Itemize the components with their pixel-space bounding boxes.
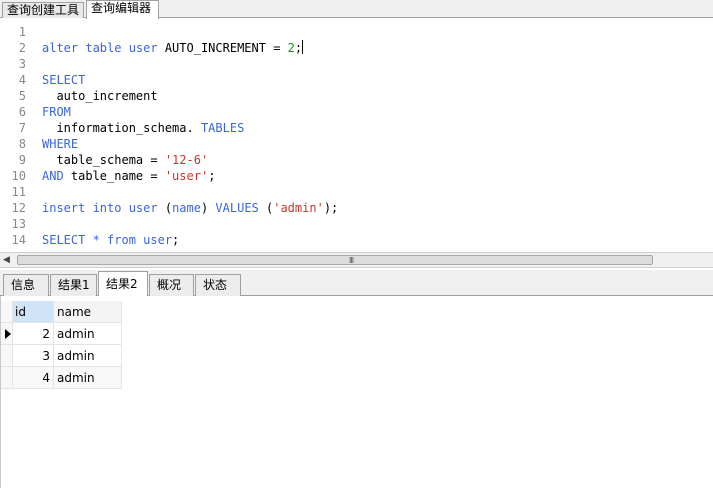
code-token: AUTO_INCREMENT = bbox=[164, 41, 288, 55]
code-text: information_schema. TABLES bbox=[42, 120, 244, 136]
line-number: 11 bbox=[11, 185, 26, 199]
code-text: alter table user AUTO_INCREMENT = 2; bbox=[42, 40, 304, 56]
line-number: 10 bbox=[11, 169, 26, 183]
column-header-id[interactable]: id bbox=[13, 301, 54, 323]
code-token: '12-6' bbox=[164, 153, 209, 167]
tab-result2[interactable]: 结果2 bbox=[98, 271, 148, 297]
code-text: SELECT bbox=[42, 72, 85, 88]
line-number: 2 bbox=[18, 41, 26, 55]
tab-query-editor[interactable]: 查询编辑器 bbox=[86, 0, 159, 19]
tab-overview[interactable]: 概况 bbox=[149, 274, 194, 296]
table-cell-name[interactable]: admin bbox=[54, 323, 122, 345]
row-indicator[interactable] bbox=[1, 345, 13, 367]
code-token: TABLES bbox=[200, 121, 245, 135]
code-token: alter table user bbox=[42, 41, 165, 55]
table-cell-id[interactable]: 3 bbox=[13, 345, 54, 367]
table-cell-id[interactable]: 4 bbox=[13, 367, 54, 389]
line-number: 8 bbox=[18, 137, 26, 151]
code-token: WHERE bbox=[42, 137, 79, 151]
code-token: 'admin' bbox=[273, 201, 324, 215]
row-indicator[interactable] bbox=[1, 323, 13, 345]
scrollbar-thumb[interactable]: III bbox=[17, 255, 653, 265]
line-number: 14 bbox=[11, 233, 26, 247]
code-token: 'user' bbox=[164, 169, 209, 183]
code-text: FROM bbox=[42, 104, 71, 120]
code-token: insert into user bbox=[42, 201, 165, 215]
code-token: ; bbox=[172, 233, 180, 247]
line-number: 9 bbox=[18, 153, 26, 167]
code-token: table_name = bbox=[70, 169, 165, 183]
code-token: ); bbox=[323, 201, 339, 215]
code-text: table_schema = '12-6' bbox=[42, 152, 208, 168]
code-text: SELECT * from user; bbox=[42, 232, 179, 248]
code-token: VALUES bbox=[215, 201, 266, 215]
code-text: insert into user (name) VALUES ('admin')… bbox=[42, 200, 338, 216]
code-token: SELECT * from user bbox=[42, 233, 173, 247]
sql-editor[interactable]: 1 2 alter table user AUTO_INCREMENT = 2; 3 4… bbox=[0, 19, 713, 252]
table-cell-name[interactable]: admin bbox=[54, 345, 122, 367]
code-token: AND bbox=[42, 169, 71, 183]
code-token: information_schema. bbox=[42, 121, 201, 135]
query-tab-strip: 查询创建工具 查询编辑器 bbox=[0, 0, 713, 19]
line-number: 13 bbox=[11, 217, 26, 231]
code-token: FROM bbox=[42, 105, 71, 119]
table-cell-id[interactable]: 2 bbox=[13, 323, 54, 345]
code-token: table_schema = bbox=[42, 153, 165, 167]
grid-header-corner bbox=[1, 301, 13, 323]
line-number: 1 bbox=[18, 25, 26, 39]
line-number: 12 bbox=[11, 201, 26, 215]
scroll-left-arrow-icon[interactable]: ◀ bbox=[3, 255, 10, 265]
table-cell-name[interactable]: admin bbox=[54, 367, 122, 389]
line-number: 3 bbox=[18, 57, 26, 71]
code-text: AND table_name = 'user'; bbox=[42, 168, 215, 184]
line-number: 6 bbox=[18, 105, 26, 119]
result-tab-strip: 信息 结果1 结果2 概况 状态 bbox=[0, 270, 713, 297]
code-token: ( bbox=[164, 201, 173, 215]
code-token: ; bbox=[208, 169, 216, 183]
code-text: auto_increment bbox=[42, 88, 158, 104]
code-token: ; bbox=[294, 41, 303, 55]
row-indicator[interactable] bbox=[1, 367, 13, 389]
line-number: 7 bbox=[18, 121, 26, 135]
code-token: ) bbox=[200, 201, 216, 215]
column-header-name[interactable]: name bbox=[54, 301, 122, 323]
line-number: 4 bbox=[18, 73, 26, 87]
editor-horizontal-scrollbar[interactable]: ◀ III bbox=[0, 252, 713, 268]
tab-info[interactable]: 信息 bbox=[3, 274, 49, 296]
scrollbar-grip: III bbox=[349, 256, 354, 265]
text-cursor bbox=[302, 40, 304, 54]
tab-status[interactable]: 状态 bbox=[195, 274, 241, 296]
code-token: auto_increment bbox=[42, 89, 158, 103]
current-row-pointer-icon bbox=[5, 329, 11, 339]
code-text: WHERE bbox=[42, 136, 78, 152]
code-token: SELECT bbox=[42, 73, 86, 87]
tab-result1[interactable]: 结果1 bbox=[50, 274, 97, 296]
tab-query-builder[interactable]: 查询创建工具 bbox=[2, 2, 84, 18]
code-token: 2 bbox=[287, 41, 295, 55]
line-number: 5 bbox=[18, 89, 26, 103]
code-token: name bbox=[172, 201, 201, 215]
